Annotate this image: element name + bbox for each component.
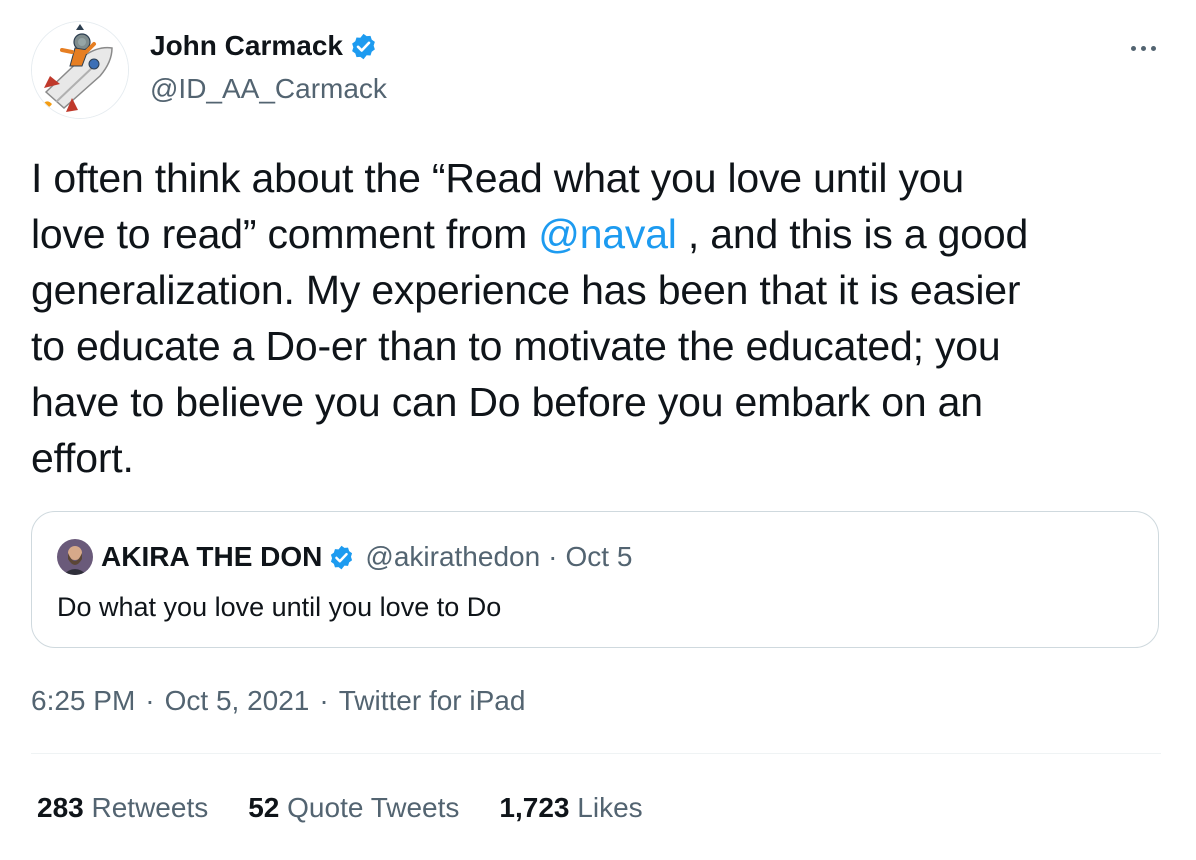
- separator-dot: ·: [145, 685, 155, 716]
- tweet-line: love to read” comment from @naval , and …: [31, 211, 1029, 257]
- separator-dot: ·: [319, 685, 329, 716]
- divider: [31, 753, 1161, 754]
- author-name-row: John Carmack: [150, 28, 378, 64]
- more-dot: [1140, 45, 1146, 51]
- author-handle[interactable]: @ID_AA_Carmack: [150, 71, 387, 107]
- author-name[interactable]: John Carmack: [150, 28, 343, 64]
- tweet-date[interactable]: Oct 5, 2021: [165, 683, 310, 719]
- retweets-count: 283: [37, 792, 84, 823]
- tweet-text: I often think about the “Read what you l…: [31, 150, 1171, 486]
- tweet-metadata: 6:25 PM · Oct 5, 2021 · Twitter for iPad: [31, 683, 525, 719]
- quote-tweets-count: 52: [248, 792, 280, 823]
- quoted-tweet-date[interactable]: Oct 5: [566, 540, 633, 574]
- tweet-line: effort.: [31, 435, 134, 481]
- quote-tweets-stat[interactable]: 52 Quote Tweets: [248, 790, 459, 826]
- quoted-tweet-text: Do what you love until you love to Do: [57, 592, 502, 622]
- likes-label: Likes: [577, 792, 643, 823]
- tweet-line: have to believe you can Do before you em…: [31, 379, 983, 425]
- more-dot: [1150, 45, 1156, 51]
- rocket-avatar-image: [32, 22, 128, 118]
- engagement-stats: 283 Retweets 52 Quote Tweets 1,723 Likes: [37, 790, 683, 826]
- portrait-avatar-image: [57, 539, 93, 575]
- quoted-tweet-card[interactable]: AKIRA THE DON @akirathedon · Oct 5 Do wh…: [31, 511, 1159, 648]
- separator-dot: ·: [548, 541, 558, 572]
- quote-tweets-label: Quote Tweets: [287, 792, 460, 823]
- quoted-author-name[interactable]: AKIRA THE DON: [101, 540, 322, 574]
- quoted-tweet-header: AKIRA THE DON @akirathedon · Oct 5: [57, 539, 632, 575]
- tweet-line: to educate a Do-er than to motivate the …: [31, 323, 1001, 369]
- verified-badge-icon: [352, 33, 375, 59]
- author-avatar[interactable]: [31, 21, 129, 119]
- retweets-label: Retweets: [91, 792, 209, 823]
- verified-badge-icon: [331, 545, 353, 569]
- more-options-icon[interactable]: [1122, 36, 1164, 60]
- tweet-line: generalization. My experience has been t…: [31, 267, 1021, 313]
- likes-count: 1,723: [499, 792, 570, 823]
- likes-stat[interactable]: 1,723 Likes: [499, 790, 642, 826]
- mention-link[interactable]: @naval: [538, 211, 677, 257]
- tweet-line: I often think about the “Read what you l…: [31, 155, 965, 201]
- tweet-time[interactable]: 6:25 PM: [31, 683, 135, 719]
- quoted-author-handle[interactable]: @akirathedon: [365, 540, 540, 574]
- quoted-author-avatar[interactable]: [57, 539, 93, 575]
- tweet-source[interactable]: Twitter for iPad: [339, 683, 526, 719]
- retweets-stat[interactable]: 283 Retweets: [37, 790, 208, 826]
- more-dot: [1130, 45, 1136, 51]
